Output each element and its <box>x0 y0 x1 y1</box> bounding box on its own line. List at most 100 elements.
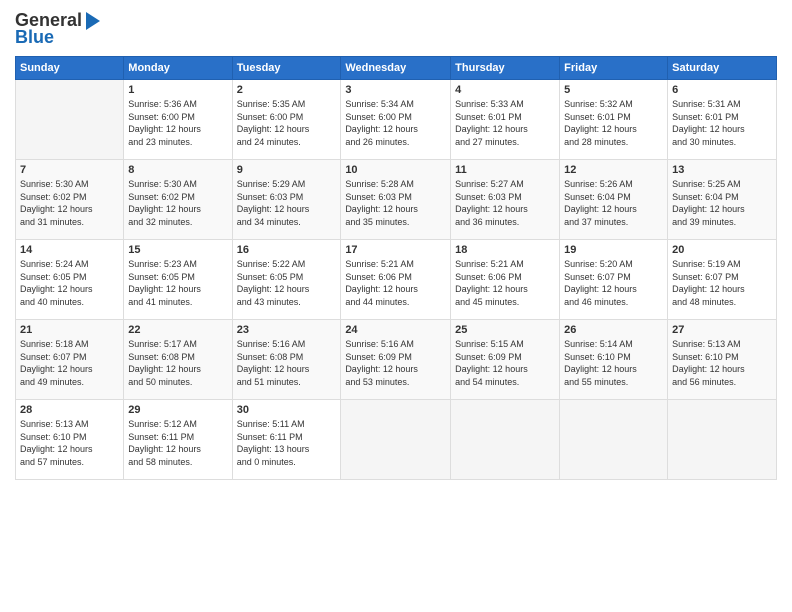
calendar-cell <box>341 400 451 480</box>
calendar-cell: 29 Sunrise: 5:12 AM Sunset: 6:11 PM Dayli… <box>124 400 232 480</box>
day-header-friday: Friday <box>560 57 668 80</box>
day-info: Sunrise: 5:16 AM Sunset: 6:09 PM Dayligh… <box>345 338 446 388</box>
calendar-header-row: SundayMondayTuesdayWednesdayThursdayFrid… <box>16 57 777 80</box>
calendar-cell: 4 Sunrise: 5:33 AM Sunset: 6:01 PM Daylig… <box>451 80 560 160</box>
week-row-1: 7 Sunrise: 5:30 AM Sunset: 6:02 PM Daylig… <box>16 160 777 240</box>
calendar-cell: 2 Sunrise: 5:35 AM Sunset: 6:00 PM Daylig… <box>232 80 341 160</box>
day-number: 11 <box>455 164 555 176</box>
day-number: 14 <box>20 244 119 256</box>
calendar-cell <box>451 400 560 480</box>
day-info: Sunrise: 5:13 AM Sunset: 6:10 PM Dayligh… <box>20 418 119 468</box>
day-number: 12 <box>564 164 663 176</box>
day-number: 13 <box>672 164 772 176</box>
day-header-monday: Monday <box>124 57 232 80</box>
day-info: Sunrise: 5:23 AM Sunset: 6:05 PM Dayligh… <box>128 258 227 308</box>
calendar-cell: 15 Sunrise: 5:23 AM Sunset: 6:05 PM Dayli… <box>124 240 232 320</box>
day-number: 9 <box>237 164 337 176</box>
calendar-cell <box>560 400 668 480</box>
logo-blue-text: Blue <box>15 27 100 48</box>
day-number: 20 <box>672 244 772 256</box>
calendar-cell: 25 Sunrise: 5:15 AM Sunset: 6:09 PM Dayli… <box>451 320 560 400</box>
day-number: 17 <box>345 244 446 256</box>
day-info: Sunrise: 5:30 AM Sunset: 6:02 PM Dayligh… <box>20 178 119 228</box>
calendar-cell: 14 Sunrise: 5:24 AM Sunset: 6:05 PM Dayli… <box>16 240 124 320</box>
day-number: 27 <box>672 324 772 336</box>
main-container: General Blue SundayMondayTuesdayWednesda… <box>0 0 792 490</box>
day-number: 29 <box>128 404 227 416</box>
day-info: Sunrise: 5:13 AM Sunset: 6:10 PM Dayligh… <box>672 338 772 388</box>
calendar-cell: 28 Sunrise: 5:13 AM Sunset: 6:10 PM Dayli… <box>16 400 124 480</box>
day-number: 21 <box>20 324 119 336</box>
day-number: 24 <box>345 324 446 336</box>
day-number: 6 <box>672 84 772 96</box>
day-info: Sunrise: 5:25 AM Sunset: 6:04 PM Dayligh… <box>672 178 772 228</box>
day-info: Sunrise: 5:36 AM Sunset: 6:00 PM Dayligh… <box>128 98 227 148</box>
day-info: Sunrise: 5:29 AM Sunset: 6:03 PM Dayligh… <box>237 178 337 228</box>
day-number: 7 <box>20 164 119 176</box>
day-header-thursday: Thursday <box>451 57 560 80</box>
day-info: Sunrise: 5:35 AM Sunset: 6:00 PM Dayligh… <box>237 98 337 148</box>
day-number: 10 <box>345 164 446 176</box>
calendar-cell <box>16 80 124 160</box>
calendar-cell: 22 Sunrise: 5:17 AM Sunset: 6:08 PM Dayli… <box>124 320 232 400</box>
calendar-cell: 27 Sunrise: 5:13 AM Sunset: 6:10 PM Dayli… <box>668 320 777 400</box>
day-info: Sunrise: 5:21 AM Sunset: 6:06 PM Dayligh… <box>455 258 555 308</box>
week-row-4: 28 Sunrise: 5:13 AM Sunset: 6:10 PM Dayli… <box>16 400 777 480</box>
day-info: Sunrise: 5:11 AM Sunset: 6:11 PM Dayligh… <box>237 418 337 468</box>
day-info: Sunrise: 5:34 AM Sunset: 6:00 PM Dayligh… <box>345 98 446 148</box>
day-info: Sunrise: 5:15 AM Sunset: 6:09 PM Dayligh… <box>455 338 555 388</box>
day-header-saturday: Saturday <box>668 57 777 80</box>
day-info: Sunrise: 5:18 AM Sunset: 6:07 PM Dayligh… <box>20 338 119 388</box>
day-number: 2 <box>237 84 337 96</box>
day-number: 23 <box>237 324 337 336</box>
calendar-cell: 30 Sunrise: 5:11 AM Sunset: 6:11 PM Dayli… <box>232 400 341 480</box>
day-number: 28 <box>20 404 119 416</box>
day-info: Sunrise: 5:20 AM Sunset: 6:07 PM Dayligh… <box>564 258 663 308</box>
calendar-cell: 18Sunrise: 5:21 AM Sunset: 6:06 PM Dayli… <box>451 240 560 320</box>
day-number: 16 <box>237 244 337 256</box>
day-info: Sunrise: 5:22 AM Sunset: 6:05 PM Dayligh… <box>237 258 337 308</box>
calendar-table: SundayMondayTuesdayWednesdayThursdayFrid… <box>15 56 777 480</box>
day-number: 19 <box>564 244 663 256</box>
day-number: 26 <box>564 324 663 336</box>
day-info: Sunrise: 5:21 AM Sunset: 6:06 PM Dayligh… <box>345 258 446 308</box>
day-info: Sunrise: 5:14 AM Sunset: 6:10 PM Dayligh… <box>564 338 663 388</box>
day-info: Sunrise: 5:17 AM Sunset: 6:08 PM Dayligh… <box>128 338 227 388</box>
day-info: Sunrise: 5:33 AM Sunset: 6:01 PM Dayligh… <box>455 98 555 148</box>
day-info: Sunrise: 5:26 AM Sunset: 6:04 PM Dayligh… <box>564 178 663 228</box>
day-info: Sunrise: 5:12 AM Sunset: 6:11 PM Dayligh… <box>128 418 227 468</box>
week-row-2: 14 Sunrise: 5:24 AM Sunset: 6:05 PM Dayli… <box>16 240 777 320</box>
calendar-cell: 8Sunrise: 5:30 AM Sunset: 6:02 PM Daylig… <box>124 160 232 240</box>
day-info: Sunrise: 5:32 AM Sunset: 6:01 PM Dayligh… <box>564 98 663 148</box>
day-info: Sunrise: 5:19 AM Sunset: 6:07 PM Dayligh… <box>672 258 772 308</box>
day-number: 15 <box>128 244 227 256</box>
day-number: 25 <box>455 324 555 336</box>
day-header-tuesday: Tuesday <box>232 57 341 80</box>
day-header-sunday: Sunday <box>16 57 124 80</box>
calendar-cell: 23Sunrise: 5:16 AM Sunset: 6:08 PM Dayli… <box>232 320 341 400</box>
day-number: 30 <box>237 404 337 416</box>
calendar-cell: 1 Sunrise: 5:36 AM Sunset: 6:00 PM Daylig… <box>124 80 232 160</box>
day-number: 4 <box>455 84 555 96</box>
calendar-cell: 5 Sunrise: 5:32 AM Sunset: 6:01 PM Daylig… <box>560 80 668 160</box>
calendar-cell: 9 Sunrise: 5:29 AM Sunset: 6:03 PM Daylig… <box>232 160 341 240</box>
logo: General Blue <box>15 10 100 48</box>
calendar-cell: 7 Sunrise: 5:30 AM Sunset: 6:02 PM Daylig… <box>16 160 124 240</box>
calendar-cell: 11 Sunrise: 5:27 AM Sunset: 6:03 PM Dayli… <box>451 160 560 240</box>
week-row-0: 1 Sunrise: 5:36 AM Sunset: 6:00 PM Daylig… <box>16 80 777 160</box>
day-number: 22 <box>128 324 227 336</box>
day-number: 5 <box>564 84 663 96</box>
day-info: Sunrise: 5:27 AM Sunset: 6:03 PM Dayligh… <box>455 178 555 228</box>
calendar-cell: 24 Sunrise: 5:16 AM Sunset: 6:09 PM Dayli… <box>341 320 451 400</box>
day-number: 1 <box>128 84 227 96</box>
calendar-cell: 19 Sunrise: 5:20 AM Sunset: 6:07 PM Dayli… <box>560 240 668 320</box>
calendar-cell: 3 Sunrise: 5:34 AM Sunset: 6:00 PM Daylig… <box>341 80 451 160</box>
day-number: 3 <box>345 84 446 96</box>
calendar-cell: 16 Sunrise: 5:22 AM Sunset: 6:05 PM Dayli… <box>232 240 341 320</box>
header: General Blue <box>15 10 777 48</box>
calendar-cell: 17 Sunrise: 5:21 AM Sunset: 6:06 PM Dayli… <box>341 240 451 320</box>
day-info: Sunrise: 5:24 AM Sunset: 6:05 PM Dayligh… <box>20 258 119 308</box>
calendar-cell: 12 Sunrise: 5:26 AM Sunset: 6:04 PM Dayli… <box>560 160 668 240</box>
calendar-cell: 13 Sunrise: 5:25 AM Sunset: 6:04 PM Dayli… <box>668 160 777 240</box>
calendar-cell: 26 Sunrise: 5:14 AM Sunset: 6:10 PM Dayli… <box>560 320 668 400</box>
